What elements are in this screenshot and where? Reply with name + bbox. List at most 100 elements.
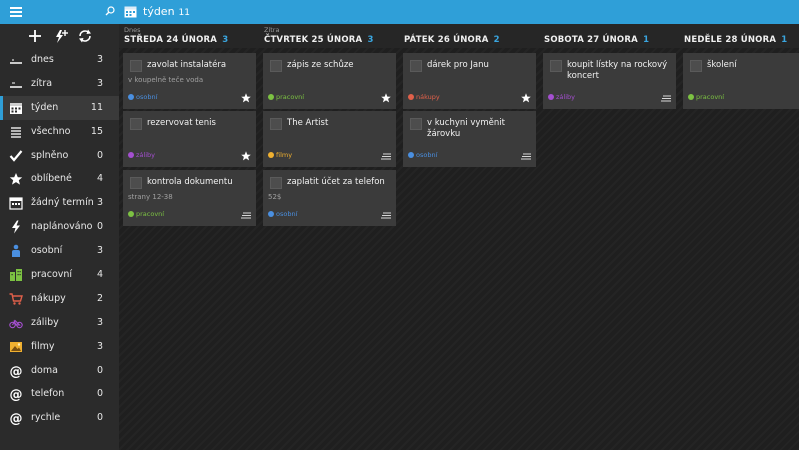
column-task-count: 3 [367, 35, 374, 45]
at-icon: @ [10, 412, 23, 426]
task-category: záliby [128, 151, 155, 159]
category-dot-icon [408, 94, 414, 100]
details-lines-icon[interactable] [241, 210, 251, 220]
sidebar-item-oblibene[interactable]: oblíbené 4 [0, 167, 119, 191]
category-dot-icon [268, 152, 274, 158]
task-card[interactable]: dárek pro Janu nákupy [403, 53, 536, 109]
task-checkbox[interactable] [410, 60, 422, 72]
sidebar-item-label: naplánováno [31, 221, 93, 233]
sidebar-item-count: 3 [96, 340, 103, 352]
column-day-label: ČTVRTEK 25 ÚNORA [264, 35, 363, 45]
sidebar-item-label: telefon [31, 388, 65, 400]
sidebar-item-zitra[interactable]: zítra 3 [0, 72, 119, 96]
task-category-label: pracovní [276, 93, 305, 101]
column-day-title: NEDĚLE 28 ÚNORA 1 [684, 35, 787, 45]
task-card[interactable]: The Artist filmy [263, 111, 396, 167]
task-card[interactable]: kontrola dokumentu strany 12-38 pracovní [123, 170, 256, 226]
sidebar-item-zadny-termin[interactable]: žádný termín 3 [0, 191, 119, 215]
sidebar-item-label: nákupy [31, 292, 66, 304]
task-card[interactable]: zaplatit účet za telefon 52$ osobní [263, 170, 396, 226]
sidebar-item-splneno[interactable]: splněno 0 [0, 144, 119, 168]
add-scheduled-task-button[interactable] [52, 27, 70, 45]
week-board: Dnes STŘEDA 24 ÚNORA 3 zavolat instalatéra… [119, 24, 799, 450]
sidebar-item-count: 4 [96, 269, 103, 281]
tomorrow-icon [10, 82, 22, 88]
details-lines-icon[interactable] [521, 151, 531, 161]
category-dot-icon [408, 152, 414, 158]
calendar-icon [10, 102, 22, 114]
sidebar-item-label: rychle [31, 412, 61, 424]
bicycle-icon [9, 319, 23, 329]
column-task-count: 3 [222, 35, 229, 45]
sidebar-item-count: 0 [96, 388, 103, 400]
search-icon[interactable] [104, 5, 116, 17]
view-title-count: 11 [178, 8, 190, 18]
column-day-title: STŘEDA 24 ÚNORA 3 [124, 35, 228, 45]
task-checkbox[interactable] [130, 60, 142, 72]
sidebar-item-dnes[interactable]: dnes 3 [0, 48, 119, 72]
sidebar-item-label: filmy [31, 340, 55, 352]
task-card[interactable]: školení pracovní [683, 53, 799, 109]
details-lines-icon[interactable] [381, 210, 391, 220]
task-category: pracovní [688, 93, 724, 101]
task-note: 52$ [268, 193, 282, 201]
task-checkbox[interactable] [270, 118, 282, 130]
sidebar: dnes 3 zítra 3 týden 11 všechno 15 splněno 0 oblíb… [0, 24, 119, 450]
column-header-4: NEDĚLE 28 ÚNORA 1 [679, 24, 799, 48]
sidebar-item-label: osobní [31, 245, 63, 257]
favorite-star-icon[interactable] [521, 93, 531, 103]
details-lines-icon[interactable] [381, 151, 391, 161]
sidebar-item-zaliby[interactable]: záliby 3 [0, 311, 119, 335]
sidebar-item-telefon[interactable]: @ telefon 0 [0, 382, 119, 406]
hamburger-menu-icon[interactable] [10, 7, 22, 17]
lightning-icon [12, 220, 20, 234]
column-day-label: STŘEDA 24 ÚNORA [124, 35, 218, 45]
task-checkbox[interactable] [550, 60, 562, 72]
task-title: kontrola dokumentu [147, 177, 233, 187]
favorite-star-icon[interactable] [241, 93, 251, 103]
sidebar-item-nakupy[interactable]: nákupy 2 [0, 287, 119, 311]
task-category: pracovní [268, 93, 304, 101]
sidebar-item-rychle[interactable]: @ rychle 0 [0, 406, 119, 430]
task-checkbox[interactable] [130, 177, 142, 189]
column-relative-day: Dnes [124, 26, 141, 34]
details-lines-icon[interactable] [661, 93, 671, 103]
task-checkbox[interactable] [690, 60, 702, 72]
list-icon [11, 127, 21, 138]
task-card[interactable]: rezervovat tenis záliby [123, 111, 256, 167]
task-category: osobní [408, 151, 437, 159]
add-task-button[interactable] [26, 27, 44, 45]
sidebar-item-pracovni[interactable]: pracovní 4 [0, 263, 119, 287]
task-checkbox[interactable] [130, 118, 142, 130]
task-category: pracovní [128, 210, 164, 218]
column-day-label: SOBOTA 27 ÚNORA [544, 35, 638, 45]
sidebar-item-doma[interactable]: @ doma 0 [0, 359, 119, 383]
task-checkbox[interactable] [270, 177, 282, 189]
task-card[interactable]: v kuchyni vyměnit žárovku osobní [403, 111, 536, 167]
no-date-icon [9, 197, 23, 210]
task-checkbox[interactable] [270, 60, 282, 72]
sidebar-item-tyden[interactable]: týden 11 [0, 95, 119, 120]
sidebar-item-osobni[interactable]: osobní 3 [0, 239, 119, 263]
task-note: strany 12-38 [128, 193, 173, 201]
sidebar-item-count: 0 [96, 364, 103, 376]
task-card[interactable]: zavolat instalatéra v koupelně teče voda o… [123, 53, 256, 109]
sidebar-item-count: 3 [96, 54, 103, 65]
column-header-3: SOBOTA 27 ÚNORA 1 [539, 24, 679, 48]
task-checkbox[interactable] [410, 118, 422, 130]
at-icon: @ [10, 364, 23, 378]
sync-button[interactable] [76, 27, 94, 45]
task-card[interactable]: zápis ze schůze pracovní [263, 53, 396, 109]
task-card[interactable]: koupit lístky na rockový koncert záliby [543, 53, 676, 109]
task-category: osobní [128, 93, 157, 101]
task-category-label: filmy [276, 151, 293, 159]
sidebar-item-filmy[interactable]: filmy 3 [0, 335, 119, 359]
sidebar-item-label: týden [31, 101, 59, 113]
column-header-2: PÁTEK 26 ÚNORA 2 [399, 24, 539, 48]
sidebar-item-count: 15 [90, 125, 103, 137]
category-dot-icon [128, 94, 134, 100]
favorite-star-icon[interactable] [381, 93, 391, 103]
sidebar-item-naplanovano[interactable]: naplánováno 0 [0, 215, 119, 239]
favorite-star-icon[interactable] [241, 151, 251, 161]
sidebar-item-vsechno[interactable]: všechno 15 [0, 120, 119, 144]
